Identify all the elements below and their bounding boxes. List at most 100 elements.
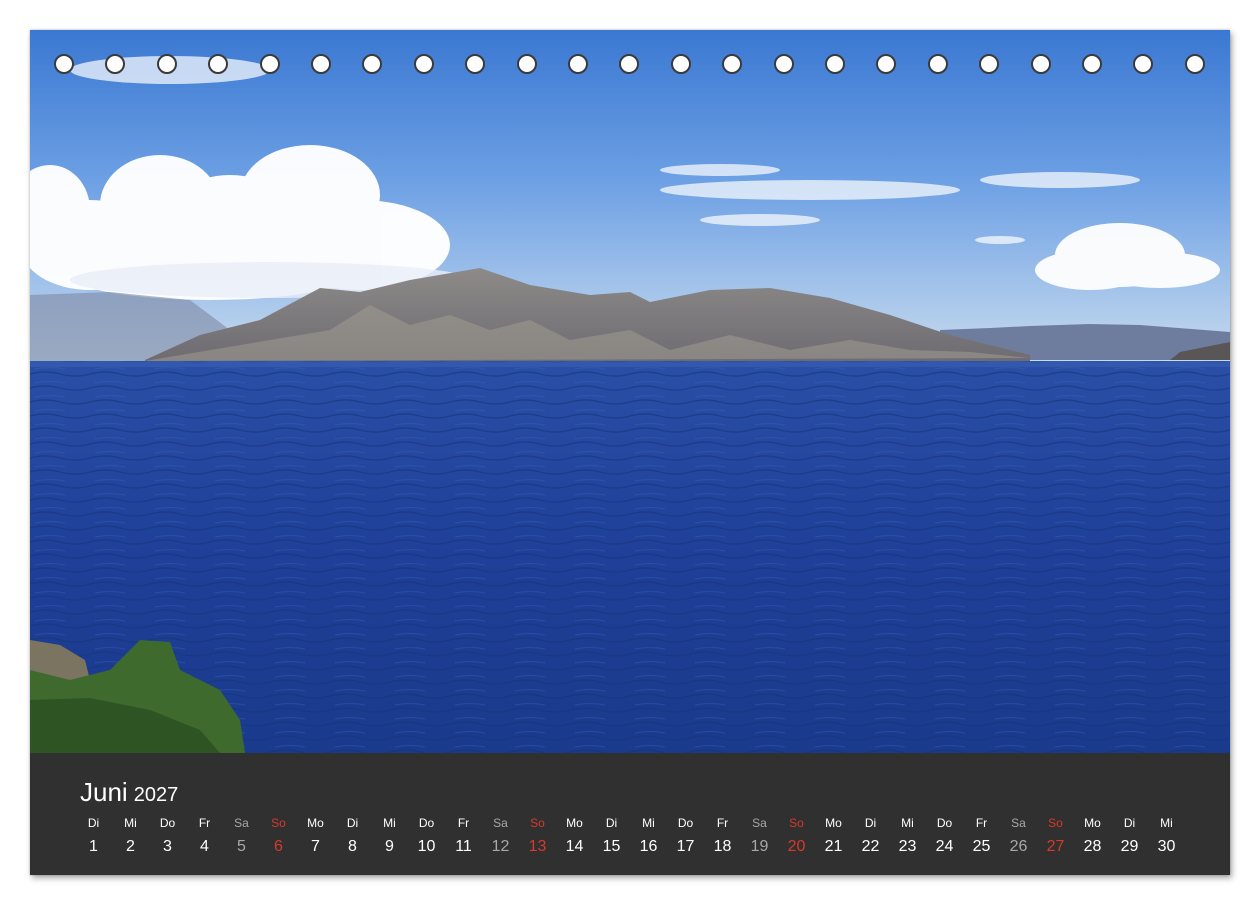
day-number: 5 [237,838,246,855]
binding-hole-icon [876,54,897,74]
day-number: 15 [602,838,621,855]
month-title: Juni 2027 [80,777,178,808]
binding-hole-icon [413,54,434,74]
binding-holes [30,30,1230,110]
day-number: 27 [1046,838,1065,855]
weekday-label: Di [87,816,100,830]
day-number: 26 [1009,838,1028,855]
day-number: 6 [274,838,283,855]
weekday-label: Mi [383,816,396,830]
day-number: 21 [824,838,843,855]
day-cell: Di 29 [1111,815,1148,857]
day-number: 3 [163,838,172,855]
weekday-label: Mi [1160,816,1173,830]
weekday-label: Do [936,816,953,830]
day-number: 1 [89,838,98,855]
weekday-label: Fr [975,816,988,830]
day-cell: Di 1 [75,815,112,857]
weekday-label: Do [418,816,435,830]
binding-hole-icon [825,54,845,74]
day-cell: Fr 25 [963,815,1000,857]
day-cell: Do 24 [926,815,963,857]
day-number: 16 [639,838,658,855]
day-number: 19 [750,838,769,855]
day-cell: Mi 9 [371,815,408,857]
binding-hole-icon [927,54,948,74]
weekday-label: Mo [307,816,324,830]
weekday-label: Do [677,816,694,830]
day-cell: Mo 7 [297,815,334,857]
day-cell: So 13 [519,815,556,857]
binding-hole-icon [568,54,588,74]
month-name: Juni [80,777,128,807]
day-cell: Sa 5 [223,815,260,857]
weekday-label: So [271,816,286,830]
day-number: 28 [1083,838,1102,855]
weekday-label: Fr [457,816,470,830]
binding-hole-icon [465,54,486,74]
binding-hole-icon [259,54,280,74]
binding-hole-icon [1082,54,1102,74]
weekday-label: Mo [825,816,842,830]
day-cell: Fr 18 [704,815,741,857]
day-cell: Di 8 [334,815,371,857]
weekday-label: Fr [198,816,211,830]
binding-hole-icon [670,54,691,74]
calendar-sheet: Juni 2027 Di 1 Mi 2 Do 3 Fr 4 Sa 5 So 6 Mo 7 Di 8 Mi 9 Do 10… [30,30,1230,875]
weekday-label: Do [159,816,176,830]
weekday-label: Di [605,816,618,830]
day-number: 23 [898,838,917,855]
calendar-page: Juni 2027 Di 1 Mi 2 Do 3 Fr 4 Sa 5 So 6 Mo 7 Di 8 Mi 9 Do 10… [0,0,1260,905]
binding-hole-icon [105,54,126,74]
day-number: 24 [935,838,954,855]
day-number: 22 [861,838,880,855]
day-cell: So 27 [1037,815,1074,857]
day-cell: Sa 19 [741,815,778,857]
binding-hole-icon [362,54,383,74]
day-cell: Mo 28 [1074,815,1111,857]
binding-hole-icon [1133,54,1154,74]
calendar-footer: Juni 2027 Di 1 Mi 2 Do 3 Fr 4 Sa 5 So 6 Mo 7 Di 8 Mi 9 Do 10… [30,753,1230,875]
day-cell: Fr 11 [445,815,482,857]
weekday-label: Fr [716,816,729,830]
day-number: 30 [1157,838,1176,855]
binding-hole-icon [773,54,794,74]
day-number: 4 [200,838,209,855]
day-cell: Mo 14 [556,815,593,857]
weekday-label: Sa [234,816,249,830]
weekday-label: So [530,816,545,830]
binding-hole-icon [619,54,640,74]
weekday-label: Mi [642,816,655,830]
day-cell: Di 22 [852,815,889,857]
binding-hole-icon [311,54,331,74]
day-number: 13 [528,838,547,855]
weekday-label: So [789,816,804,830]
day-cell: Mi 16 [630,815,667,857]
day-cell: Mi 2 [112,815,149,857]
weekday-label: So [1048,816,1063,830]
binding-hole-icon [516,54,537,74]
day-number: 17 [676,838,695,855]
binding-hole-icon [1030,54,1051,74]
day-cell: Mi 30 [1148,815,1185,857]
day-number: 8 [348,838,357,855]
day-number: 29 [1120,838,1139,855]
weekday-label: Di [346,816,359,830]
weekday-label: Mi [124,816,137,830]
day-number: 18 [713,838,732,855]
month-year: 2027 [133,784,179,806]
day-number: 12 [491,838,510,855]
day-cell: Sa 26 [1000,815,1037,857]
day-cell: Do 17 [667,815,704,857]
weekday-label: Sa [493,816,508,830]
day-cell: So 20 [778,815,815,857]
day-cell: Do 3 [149,815,186,857]
day-number: 14 [565,838,584,855]
day-cell: Mi 23 [889,815,926,857]
day-number: 25 [972,838,991,855]
day-number: 7 [311,838,320,855]
day-number: 10 [417,838,436,855]
day-number: 9 [385,838,394,855]
day-cell: Do 10 [408,815,445,857]
day-cell: Fr 4 [186,815,223,857]
